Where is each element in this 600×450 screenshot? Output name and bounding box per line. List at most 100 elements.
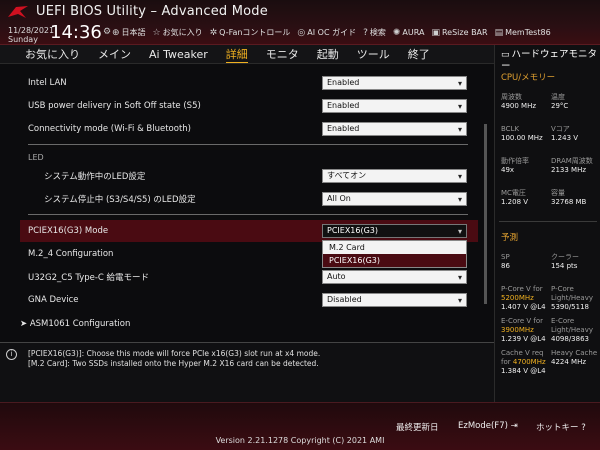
setting-gna-device[interactable]: GNA Device Disabled ▾ xyxy=(0,289,480,311)
pciex16-dropdown-list: M.2 Card PCIEX16(G3) xyxy=(322,240,467,268)
top-header: UEFI BIOS Utility – Advanced Mode 11/28/… xyxy=(0,0,600,45)
clock-settings-icon[interactable]: ⚙ xyxy=(103,27,111,37)
bclk: BCLK 100.00 MHz xyxy=(501,125,543,142)
fan-icon: ✲ xyxy=(209,27,218,38)
date-display: 11/28/2021 Sunday xyxy=(8,26,54,44)
chevron-down-icon: ▾ xyxy=(457,227,462,236)
scrollbar[interactable] xyxy=(484,124,487,304)
cooler-score: クーラー 154 pts xyxy=(551,253,579,270)
help-text: [PCIEX16(G3)]: Choose this mode will for… xyxy=(28,349,320,369)
tab-boot[interactable]: 起動 xyxy=(317,46,339,62)
chevron-down-icon: ▾ xyxy=(457,102,462,111)
setting-label: USB power delivery in Soft Off state (S5… xyxy=(28,101,201,111)
tab-favorites[interactable]: お気に入り xyxy=(25,46,80,62)
dropdown-option-m2-card[interactable]: M.2 Card xyxy=(323,241,466,254)
dropdown-option-pciex16[interactable]: PCIEX16(G3) xyxy=(323,254,466,267)
ai-oc-icon: ◎ xyxy=(297,27,306,38)
submenu-asm1061[interactable]: ➤ ASM1061 Configuration xyxy=(0,313,480,335)
search-icon: ? xyxy=(363,27,368,38)
led-working-select[interactable]: すべてオン ▾ xyxy=(322,169,467,183)
ratio: 動作倍率 49x xyxy=(501,157,529,174)
monitor-icon: ▭ xyxy=(501,50,510,60)
help-icon: ? xyxy=(581,423,586,433)
info-icon: i xyxy=(6,349,17,360)
usb-power-select[interactable]: Enabled ▾ xyxy=(322,99,467,113)
version-text: Version 2.21.1278 Copyright (C) 2021 AMI xyxy=(215,436,385,445)
star-icon: ☆ xyxy=(152,27,161,38)
date-value: 11/28/2021 xyxy=(8,26,55,35)
setting-u32g2-typec[interactable]: U32G2_C5 Type-C 給電モード Auto ▾ xyxy=(0,266,480,288)
tab-ai-tweaker[interactable]: Ai Tweaker xyxy=(149,48,208,61)
setting-led-working[interactable]: システム動作中のLED設定 すべてオン ▾ xyxy=(0,165,480,187)
tab-main[interactable]: メイン xyxy=(98,46,131,62)
cpu-frequency: 周波数 4900 MHz xyxy=(501,93,537,110)
aura-icon: ✺ xyxy=(392,27,401,38)
setting-connectivity[interactable]: Connectivity mode (Wi-Fi & Bluetooth) En… xyxy=(0,118,480,140)
main-menu: お気に入り メイン Ai Tweaker 詳細 モニタ 起動 ツール 終了 xyxy=(0,45,494,64)
app-title: UEFI BIOS Utility – Advanced Mode xyxy=(36,4,268,19)
tool-memtest[interactable]: ▤ MemTest86 xyxy=(495,27,551,38)
globe-icon: ⊕ xyxy=(112,27,120,38)
chevron-down-icon: ▾ xyxy=(457,273,462,282)
divider xyxy=(499,221,597,222)
gna-select[interactable]: Disabled ▾ xyxy=(322,293,467,307)
tool-ai-oc[interactable]: ◎ AI OC ガイド xyxy=(297,27,356,38)
mc-voltage: MC電圧 1.208 V xyxy=(501,189,529,206)
tool-aura[interactable]: ✺ AURA xyxy=(393,27,425,38)
chevron-down-icon: ▾ xyxy=(457,172,462,181)
chevron-down-icon: ▾ xyxy=(457,79,462,88)
setting-usb-power[interactable]: USB power delivery in Soft Off state (S5… xyxy=(0,95,480,117)
tab-advanced[interactable]: 詳細 xyxy=(225,46,248,63)
setting-label: GNA Device xyxy=(28,295,79,305)
heavy-cache: Heavy Cache 4224 MHz xyxy=(551,349,598,366)
setting-label: Intel LAN xyxy=(28,78,67,88)
setting-label: U32G2_C5 Type-C 給電モード xyxy=(28,273,150,283)
tab-tool[interactable]: ツール xyxy=(357,46,390,62)
setting-label: M.2_4 Configuration xyxy=(28,249,114,259)
led-section-label: LED xyxy=(28,153,44,162)
chevron-right-icon: ➤ xyxy=(20,319,30,329)
divider xyxy=(28,144,468,145)
setting-led-sleep[interactable]: システム停止中 (S3/S4/S5) のLED設定 All On ▾ xyxy=(0,188,480,210)
clock: 14:36 xyxy=(50,22,102,43)
setting-label: システム動作中のLED設定 xyxy=(44,172,146,182)
last-modified-button[interactable]: 最終更新日 xyxy=(396,421,439,433)
help-line-2: [M.2 Card]: Two SSDs installed onto the … xyxy=(28,359,319,368)
dram-frequency: DRAM周波数 2133 MHz xyxy=(551,157,593,174)
cpu-temperature: 温度 29°C xyxy=(551,93,569,110)
u32g2-select[interactable]: Auto ▾ xyxy=(322,270,467,284)
rog-logo xyxy=(8,6,28,18)
monitor-title: ▭ ハードウェアモニター xyxy=(501,49,598,72)
chevron-down-icon: ▾ xyxy=(457,125,462,134)
setting-intel-lan[interactable]: Intel LAN Enabled ▾ xyxy=(0,72,480,94)
ezmode-button[interactable]: EzMode(F7) ⇥ xyxy=(458,421,518,431)
help-panel: i [PCIEX16(G3)]: Choose this mode will f… xyxy=(0,342,494,402)
pciex16-mode-select[interactable]: PCIEX16(G3) ▾ xyxy=(322,224,467,238)
submenu-label: ➤ ASM1061 Configuration xyxy=(20,319,131,329)
cache-voltage: Cache V req for 4700MHz 1.384 V @L4 xyxy=(501,349,546,375)
tool-search[interactable]: ? 検索 xyxy=(363,27,386,38)
memtest-icon: ▤ xyxy=(494,27,504,38)
tool-qfan[interactable]: ✲ Q-Fanコントロール xyxy=(210,27,291,38)
tool-language[interactable]: ⊕ 日本語 xyxy=(112,27,146,38)
day-value: Sunday xyxy=(8,35,38,44)
resize-bar-icon: ▣ xyxy=(431,27,440,38)
led-sleep-select[interactable]: All On ▾ xyxy=(322,192,467,206)
divider xyxy=(28,214,468,215)
vcore: Vコア 1.243 V xyxy=(551,125,579,142)
tool-favorites[interactable]: ☆ お気に入り xyxy=(153,27,203,38)
ecore-light-heavy: E-Core Light/Heavy 4098/3863 xyxy=(551,317,593,343)
setting-pciex16-mode[interactable]: PCIEX16(G3) Mode PCIEX16(G3) ▾ xyxy=(20,220,478,242)
tab-exit[interactable]: 終了 xyxy=(408,46,430,62)
tab-monitor[interactable]: モニタ xyxy=(266,46,299,62)
intel-lan-select[interactable]: Enabled ▾ xyxy=(322,76,467,90)
settings-panel: Intel LAN Enabled ▾ USB power delivery in… xyxy=(0,64,494,342)
footer: 最終更新日 EzMode(F7) ⇥ ホットキー ? Version 2.21.… xyxy=(0,402,600,450)
prediction-section: 予測 xyxy=(501,233,519,243)
setting-label: システム停止中 (S3/S4/S5) のLED設定 xyxy=(44,195,196,205)
chevron-down-icon: ▾ xyxy=(457,296,462,305)
tool-resize-bar[interactable]: ▣ ReSize BAR xyxy=(431,27,487,38)
connectivity-select[interactable]: Enabled ▾ xyxy=(322,122,467,136)
setting-label: PCIEX16(G3) Mode xyxy=(28,226,109,236)
hotkey-button[interactable]: ホットキー ? xyxy=(536,421,586,433)
